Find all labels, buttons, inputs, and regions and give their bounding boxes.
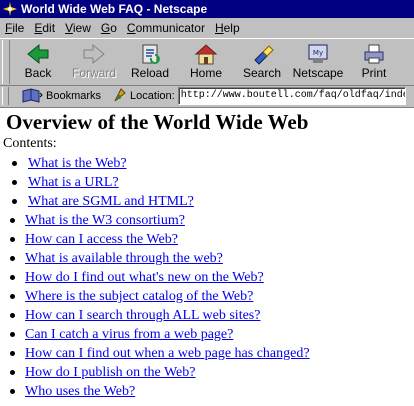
bullet	[10, 256, 15, 261]
home-button[interactable]: Home	[178, 39, 234, 83]
page-content: Overview of the World Wide Web Contents:…	[0, 108, 414, 406]
bullet	[10, 313, 15, 318]
list-item: What are SGML and HTML?	[0, 192, 414, 211]
print-label: Print	[361, 66, 387, 80]
netscape-app-icon[interactable]	[3, 2, 17, 16]
back-label: Back	[24, 66, 52, 80]
url-input[interactable]: http://www.boutell.com/faq/oldfaq/index.…	[177, 87, 406, 105]
menu-communicator[interactable]: Communicator	[122, 21, 210, 35]
faq-link[interactable]: What is a URL?	[28, 175, 119, 190]
toolbar-grip[interactable]	[2, 40, 10, 84]
location-bar-grip[interactable]	[2, 87, 9, 105]
location-label: Location:	[130, 90, 175, 102]
bullet	[10, 370, 15, 375]
list-item: Can I catch a virus from a web page?	[0, 325, 414, 344]
faq-link[interactable]: Where is the subject catalog of the Web?	[25, 289, 253, 304]
list-item: How do I publish on the Web?	[0, 363, 414, 382]
list-item: What is the W3 consortium?	[0, 211, 414, 230]
menu-view[interactable]: View	[60, 21, 96, 35]
reload-label: Reload	[130, 66, 170, 80]
print-button[interactable]: Print	[346, 39, 402, 83]
menu-bar: File Edit View Go Communicator Help	[0, 19, 414, 37]
bullet	[10, 351, 15, 356]
svg-text:My: My	[313, 49, 323, 57]
list-item: How can I search through ALL web sites?	[0, 306, 414, 325]
menu-edit[interactable]: Edit	[29, 21, 60, 35]
menu-help[interactable]: Help	[210, 21, 245, 35]
bookmarks-label: Bookmarks	[46, 90, 102, 102]
list-item: How do I find out what's new on the Web?	[0, 268, 414, 287]
bullet	[10, 332, 15, 337]
my-netscape-icon: My	[308, 44, 328, 63]
faq-link[interactable]: What is the Web?	[28, 156, 127, 171]
faq-link[interactable]: What is available through the web?	[25, 251, 223, 266]
faq-link[interactable]: How can I search through ALL web sites?	[25, 308, 260, 323]
menu-file[interactable]: File	[0, 21, 29, 35]
home-icon	[194, 44, 218, 65]
list-item: How can I find out when a web page has c…	[0, 344, 414, 363]
faq-link[interactable]: How do I publish on the Web?	[25, 365, 195, 380]
navigation-toolbar: Back Forward Reload Home Search My Netsc…	[0, 38, 414, 86]
window-title: World Wide Web FAQ - Netscape	[21, 2, 208, 16]
printer-icon	[364, 44, 384, 64]
bullet	[12, 161, 17, 166]
reload-button[interactable]: Reload	[122, 39, 178, 83]
search-flashlight-icon	[254, 45, 274, 65]
list-item: How can I access the Web?	[0, 230, 414, 249]
page-proxy-icon[interactable]	[113, 87, 127, 106]
back-button[interactable]: Back	[10, 39, 66, 83]
faq-link[interactable]: Who uses the Web?	[25, 384, 135, 399]
faq-link[interactable]: How do I find out what's new on the Web?	[25, 270, 264, 285]
list-item: Where is the subject catalog of the Web?	[0, 287, 414, 306]
list-item: What is the Web?	[0, 154, 414, 173]
bullet	[12, 199, 17, 204]
netscape-label: Netscape	[292, 66, 344, 80]
bookmarks-icon	[22, 88, 43, 103]
netscape-button[interactable]: My Netscape	[290, 39, 346, 83]
bullet	[10, 275, 15, 280]
bullet	[10, 294, 15, 299]
faq-link[interactable]: Can I catch a virus from a web page?	[25, 327, 233, 342]
faq-link[interactable]: How can I access the Web?	[25, 232, 178, 247]
reload-icon	[142, 44, 160, 64]
faq-link[interactable]: What is the W3 consortium?	[25, 213, 185, 228]
contents-list-primary: What is the Web? What is a URL? What are…	[0, 154, 414, 211]
bullet	[10, 389, 15, 394]
menu-go[interactable]: Go	[96, 21, 122, 35]
location-toolbar: Bookmarks Location: http://www.boutell.c…	[0, 85, 414, 108]
back-arrow-icon	[27, 43, 49, 65]
list-item: What is available through the web?	[0, 249, 414, 268]
contents-label: Contents:	[3, 136, 57, 151]
home-label: Home	[189, 66, 222, 80]
bookmarks-button[interactable]: Bookmarks	[21, 88, 101, 104]
list-item: What is a URL?	[0, 173, 414, 192]
list-item: Who uses the Web?	[0, 382, 414, 401]
search-button[interactable]: Search	[234, 39, 290, 83]
forward-button[interactable]: Forward	[66, 39, 122, 83]
search-label: Search	[242, 66, 282, 80]
forward-label: Forward	[71, 66, 116, 80]
forward-arrow-icon	[83, 43, 105, 65]
title-bar: World Wide Web FAQ - Netscape	[0, 0, 414, 18]
contents-list-secondary: What is the W3 consortium? How can I acc…	[0, 211, 414, 401]
bullet	[10, 218, 15, 223]
bullet	[10, 237, 15, 242]
faq-link[interactable]: How can I find out when a web page has c…	[25, 346, 310, 361]
bullet	[12, 180, 17, 185]
faq-link[interactable]: What are SGML and HTML?	[28, 194, 194, 209]
page-heading: Overview of the World Wide Web	[6, 110, 309, 134]
